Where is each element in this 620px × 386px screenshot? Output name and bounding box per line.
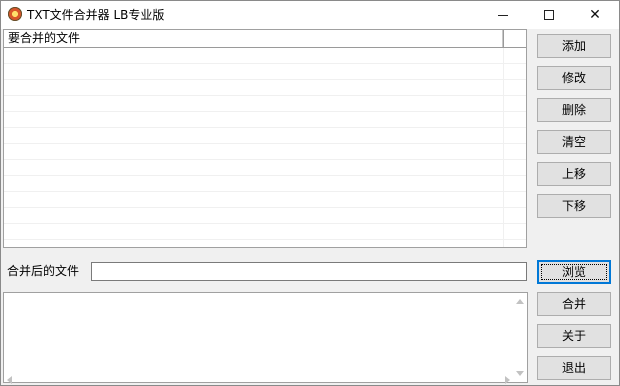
- file-list-rows[interactable]: [4, 48, 526, 247]
- move-down-button[interactable]: 下移: [537, 194, 611, 218]
- clear-button[interactable]: 清空: [537, 130, 611, 154]
- window-title: TXT文件合并器 LB专业版: [27, 8, 165, 22]
- title-bar[interactable]: TXT文件合并器 LB专业版 ✕: [1, 1, 619, 29]
- exit-button[interactable]: 退出: [537, 356, 611, 380]
- maximize-button[interactable]: [526, 1, 572, 29]
- close-button[interactable]: ✕: [572, 1, 618, 29]
- output-file-input[interactable]: [91, 262, 527, 281]
- log-vertical-scrollbar[interactable]: [513, 293, 527, 382]
- scroll-down-icon[interactable]: [516, 371, 524, 376]
- focus-ring: [541, 264, 607, 280]
- move-up-button[interactable]: 上移: [537, 162, 611, 186]
- delete-button[interactable]: 删除: [537, 98, 611, 122]
- log-box[interactable]: [3, 292, 528, 384]
- column-header-files[interactable]: 要合并的文件: [8, 31, 80, 46]
- close-icon: ✕: [589, 7, 601, 23]
- merge-button[interactable]: 合并: [537, 292, 611, 316]
- file-list-header: 要合并的文件: [4, 30, 526, 48]
- about-button[interactable]: 关于: [537, 324, 611, 348]
- app-icon[interactable]: [8, 7, 22, 21]
- minimize-button[interactable]: [480, 1, 526, 29]
- scroll-up-icon[interactable]: [516, 299, 524, 304]
- modify-button[interactable]: 修改: [537, 66, 611, 90]
- column-gridline: [503, 48, 504, 247]
- add-button[interactable]: 添加: [537, 34, 611, 58]
- scroll-right-icon[interactable]: [505, 376, 510, 384]
- minimize-icon: [498, 15, 508, 16]
- file-list[interactable]: 要合并的文件: [3, 29, 527, 248]
- column-resize-handle[interactable]: [502, 30, 504, 47]
- scroll-left-icon[interactable]: [7, 376, 12, 384]
- maximize-icon: [544, 10, 554, 20]
- log-textarea[interactable]: [4, 293, 514, 382]
- output-file-label: 合并后的文件: [7, 264, 80, 278]
- browse-button[interactable]: 浏览: [537, 260, 611, 284]
- app-window: TXT文件合并器 LB专业版 ✕ 要合并的文件 添加 修改 删除 清空 上移 下…: [0, 0, 620, 386]
